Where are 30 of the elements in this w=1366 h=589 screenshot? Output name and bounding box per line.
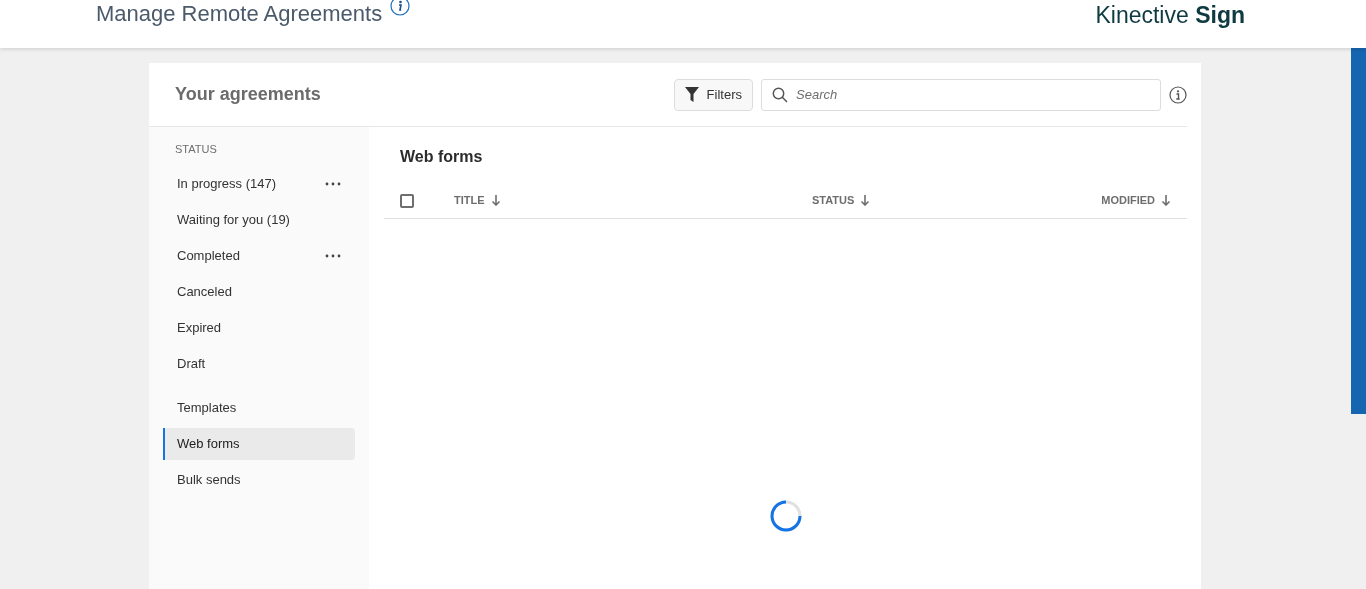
sidebar-item[interactable]: In progress (147) <box>163 167 355 200</box>
sidebar-item[interactable]: Bulk sends <box>163 463 355 496</box>
page-title: Manage Remote Agreements <box>96 0 383 28</box>
info-icon[interactable] <box>390 0 411 16</box>
search-field[interactable]: Search <box>761 78 1161 111</box>
sidebar-item[interactable]: Expired <box>163 311 355 344</box>
sort-arrow-icon[interactable] <box>860 195 871 206</box>
scrollbar-thumb[interactable] <box>1351 48 1366 414</box>
info-icon[interactable] <box>1169 85 1187 104</box>
funnel-icon <box>684 87 699 102</box>
panel-title: Your agreements <box>175 83 322 106</box>
column-header[interactable]: STATUS <box>812 192 855 209</box>
brand-logo: Kinective Sign <box>1095 1 1245 30</box>
sidebar-item[interactable]: Canceled <box>163 275 355 308</box>
sidebar-item[interactable]: Templates <box>163 391 355 424</box>
section-title: Web forms <box>400 147 484 167</box>
sidebar-item[interactable]: Waiting for you (19) <box>163 203 355 236</box>
section-heading: STATUS <box>174 142 218 157</box>
sidebar-item[interactable]: Draft <box>163 347 355 380</box>
search-icon <box>772 86 788 103</box>
sort-arrow-icon[interactable] <box>490 195 501 206</box>
more-icon[interactable] <box>325 181 341 186</box>
sort-arrow-icon[interactable] <box>1161 195 1171 206</box>
column-header[interactable]: TITLE <box>454 192 485 209</box>
sidebar-item[interactable]: Completed <box>163 239 355 272</box>
checkbox[interactable] <box>400 193 414 208</box>
more-icon[interactable] <box>325 253 341 258</box>
sidebar-item[interactable]: Web forms <box>163 427 355 460</box>
filters-button[interactable]: Filters <box>673 78 753 111</box>
column-header[interactable]: MODIFIED <box>1101 192 1155 209</box>
